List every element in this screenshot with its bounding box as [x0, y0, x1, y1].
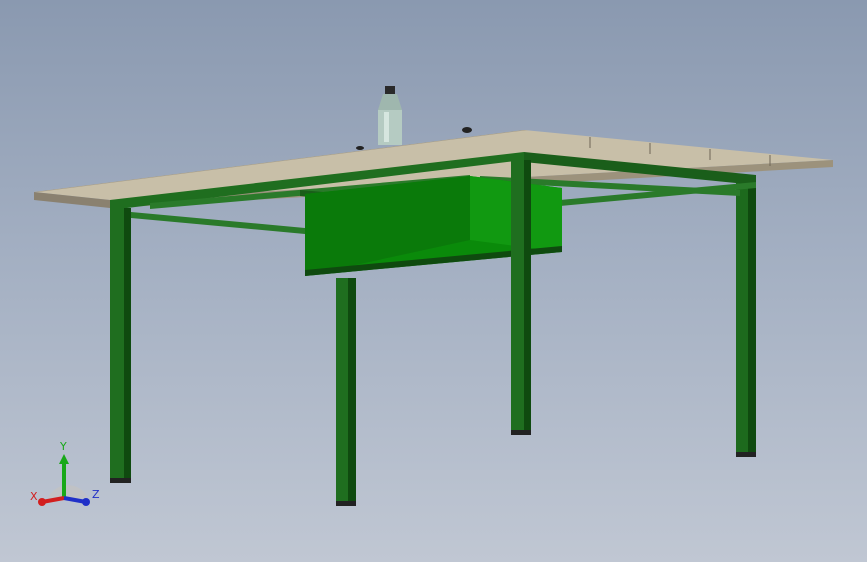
z-axis-label: Z [92, 488, 100, 501]
leg-front-middle[interactable] [336, 278, 356, 506]
leg-back-right[interactable] [736, 180, 756, 457]
z-axis-cap-icon [82, 498, 90, 506]
graphics-viewport[interactable]: Y X Z [0, 0, 867, 562]
leg-front-left[interactable] [110, 208, 131, 483]
leg-back-middle[interactable] [511, 160, 531, 435]
x-axis-label: X [30, 490, 38, 503]
y-axis-label: Y [59, 440, 67, 453]
coordinate-triad[interactable]: Y X Z [26, 440, 106, 510]
model-view[interactable] [0, 0, 867, 562]
bottle[interactable] [378, 86, 402, 145]
y-axis-arrowhead-icon [59, 454, 69, 464]
x-axis-cap-icon [38, 498, 46, 506]
triad-dome-icon [48, 485, 88, 498]
